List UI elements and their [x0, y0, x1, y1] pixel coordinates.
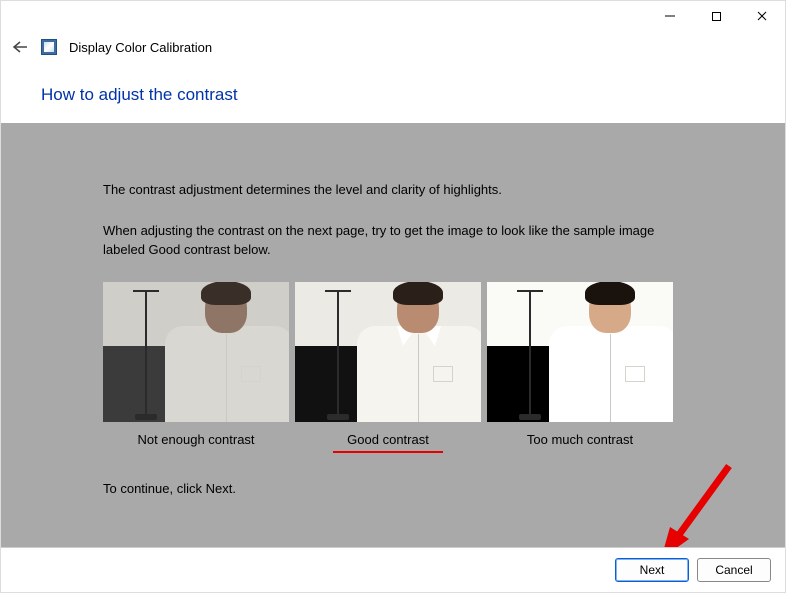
window-title: Display Color Calibration [69, 40, 212, 55]
example-image-good [295, 282, 481, 422]
minimize-button[interactable] [647, 1, 693, 31]
next-button[interactable]: Next [615, 558, 689, 582]
example-image-too-much [487, 282, 673, 422]
example-good: Good contrast [295, 282, 481, 453]
highlight-underline [333, 451, 443, 453]
caption-too-much: Too much contrast [487, 432, 673, 447]
app-icon [41, 39, 57, 55]
content-area: The contrast adjustment determines the l… [1, 123, 785, 547]
footer-bar: Next Cancel [1, 547, 785, 592]
page-heading: How to adjust the contrast [41, 85, 238, 105]
cancel-button[interactable]: Cancel [697, 558, 771, 582]
description-text-1: The contrast adjustment determines the l… [103, 181, 683, 200]
example-image-not-enough [103, 282, 289, 422]
example-not-enough: Not enough contrast [103, 282, 289, 453]
header-row: Display Color Calibration [11, 37, 775, 57]
continue-text: To continue, click Next. [103, 481, 683, 496]
description-text-2: When adjusting the contrast on the next … [103, 222, 683, 260]
close-button[interactable] [739, 1, 785, 31]
window-controls [647, 1, 785, 31]
maximize-button[interactable] [693, 1, 739, 31]
back-arrow-icon[interactable] [11, 38, 29, 56]
caption-good: Good contrast [295, 432, 481, 447]
caption-not-enough: Not enough contrast [103, 432, 289, 447]
example-too-much: Too much contrast [487, 282, 673, 453]
example-images-row: Not enough contrast Good contrast Too mu… [103, 282, 683, 453]
